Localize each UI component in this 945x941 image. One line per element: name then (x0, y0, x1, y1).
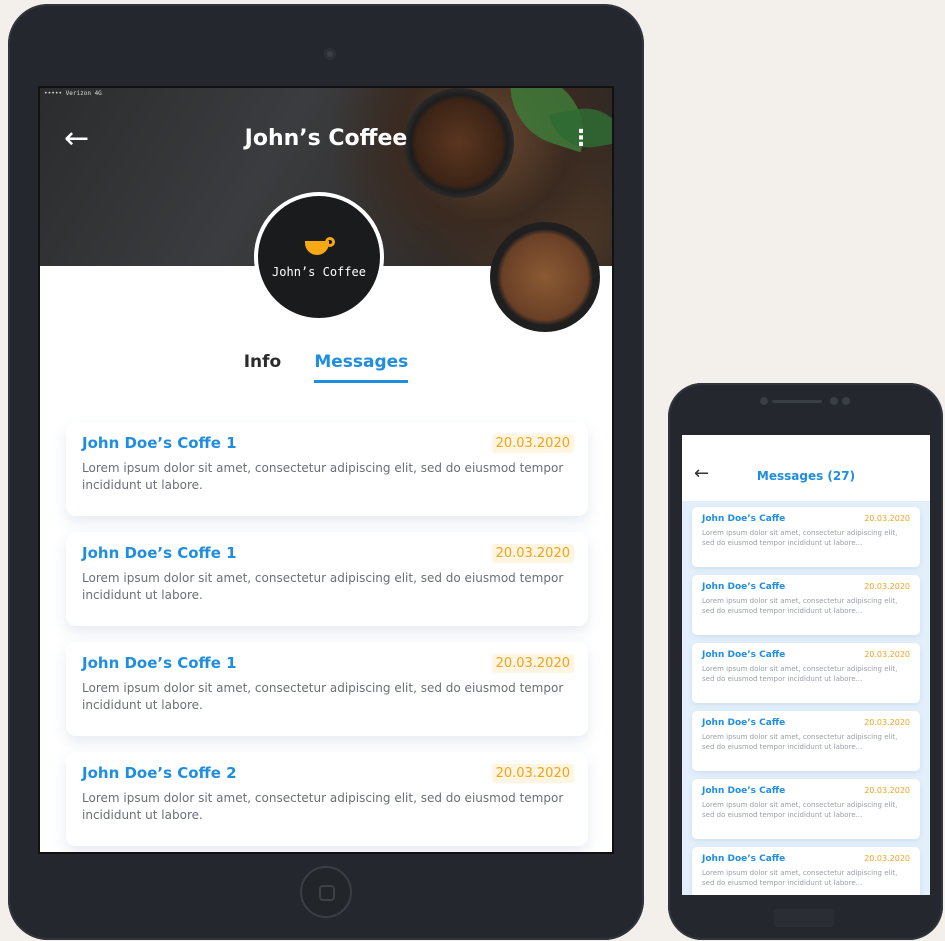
page-title: John’s Coffee (244, 126, 408, 151)
message-card[interactable]: John Doe’s Caffe 20.03.2020 Lorem ipsum … (692, 711, 920, 771)
message-date: 20.03.2020 (864, 650, 910, 659)
message-card[interactable]: John Doe’s Coffe 2 20.03.2020 Lorem ipsu… (66, 752, 588, 846)
message-date: 20.03.2020 (491, 654, 574, 673)
message-body: Lorem ipsum dolor sit amet, consectetur … (702, 529, 898, 547)
tablet-device: ••••• Verizon 4G ← John’s Coffee ⋮ John’… (8, 4, 644, 940)
kebab-menu-icon: ⋮ (570, 126, 592, 151)
message-card[interactable]: John Doe’s Caffe 20.03.2020 Lorem ipsum … (692, 643, 920, 703)
message-body: Lorem ipsum dolor sit amet, consectetur … (702, 597, 898, 615)
message-date: 20.03.2020 (864, 514, 910, 523)
home-button[interactable] (300, 866, 352, 918)
camera-icon (760, 397, 768, 405)
tab-bar: Info Messages (40, 352, 612, 383)
message-card[interactable]: John Doe’s Caffe 20.03.2020 Lorem ipsum … (692, 575, 920, 635)
message-list: John Doe’s Coffe 1 20.03.2020 Lorem ipsu… (66, 422, 588, 852)
message-body: Lorem ipsum dolor sit amet, consectetur … (82, 571, 564, 602)
message-date: 20.03.2020 (864, 786, 910, 795)
phone-device: ← Messages (27) John Doe’s Caffe 20.03.2… (668, 383, 943, 940)
message-card[interactable]: John Doe’s Coffe 1 20.03.2020 Lorem ipsu… (66, 532, 588, 626)
status-bar: ••••• Verizon 4G (44, 90, 102, 97)
wave-divider (682, 487, 930, 499)
message-body: Lorem ipsum dolor sit amet, consectetur … (702, 665, 898, 683)
message-date: 20.03.2020 (491, 544, 574, 563)
message-body: Lorem ipsum dolor sit amet, consectetur … (82, 461, 564, 492)
ground-coffee-image (490, 222, 600, 332)
message-card[interactable]: John Doe’s Coffe 1 20.03.2020 Lorem ipsu… (66, 422, 588, 516)
message-body: Lorem ipsum dolor sit amet, consectetur … (702, 801, 898, 819)
message-body: Lorem ipsum dolor sit amet, consectetur … (82, 681, 564, 712)
message-date: 20.03.2020 (864, 582, 910, 591)
message-date: 20.03.2020 (491, 434, 574, 453)
message-date: 20.03.2020 (491, 764, 574, 783)
sensor-icon (842, 397, 850, 405)
phone-bottom-bezel (774, 909, 834, 927)
message-card[interactable]: John Doe’s Caffe 20.03.2020 Lorem ipsum … (692, 779, 920, 839)
camera-icon (324, 48, 336, 60)
home-square-icon (319, 885, 335, 901)
message-date: 20.03.2020 (864, 718, 910, 727)
message-card[interactable]: John Doe’s Coffe 1 20.03.2020 Lorem ipsu… (66, 642, 588, 736)
message-card[interactable]: John Doe’s Caffe 20.03.2020 Lorem ipsum … (692, 847, 920, 895)
message-body: Lorem ipsum dolor sit amet, consectetur … (82, 791, 564, 822)
message-list: John Doe’s Caffe 20.03.2020 Lorem ipsum … (692, 507, 920, 895)
speaker-grille (772, 400, 822, 403)
phone-screen: ← Messages (27) John Doe’s Caffe 20.03.2… (682, 435, 930, 895)
message-body: Lorem ipsum dolor sit amet, consectetur … (702, 733, 898, 751)
message-date: 20.03.2020 (864, 854, 910, 863)
tab-messages[interactable]: Messages (314, 352, 409, 383)
sensor-icon (830, 397, 838, 405)
message-card[interactable]: John Doe’s Caffe 20.03.2020 Lorem ipsum … (692, 507, 920, 567)
tab-info[interactable]: Info (244, 352, 282, 380)
coffee-cup-icon (303, 235, 335, 257)
avatar-label: John’s Coffee (272, 265, 366, 279)
more-options-button[interactable]: ⋮ (570, 126, 592, 151)
avatar: John’s Coffee (254, 192, 384, 322)
tablet-screen: ••••• Verizon 4G ← John’s Coffee ⋮ John’… (38, 86, 614, 854)
page-title: Messages (27) (756, 469, 856, 483)
message-body: Lorem ipsum dolor sit amet, consectetur … (702, 869, 898, 887)
